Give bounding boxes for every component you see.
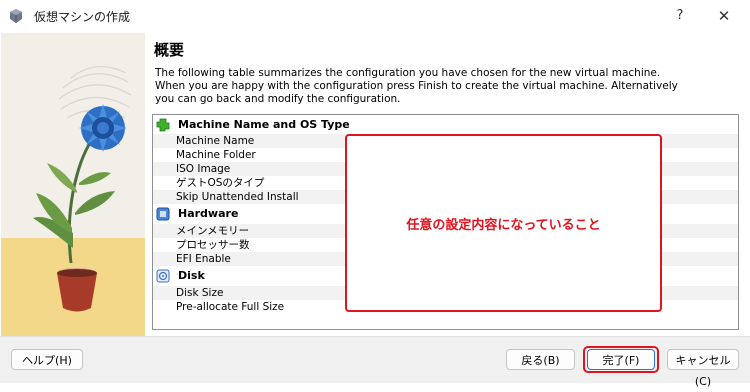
puzzle-icon <box>156 118 170 132</box>
page-title: 概要 <box>154 41 185 59</box>
help-glyph-button[interactable]: ? <box>668 6 692 26</box>
section-title: Disk <box>178 269 205 282</box>
finish-highlight <box>583 346 659 373</box>
close-button[interactable]: ✕ <box>710 6 738 26</box>
description-line: When you are happy with the configuratio… <box>155 80 678 92</box>
help-button[interactable]: ヘルプ(H) <box>11 349 83 370</box>
section-title: Machine Name and OS Type <box>178 118 350 131</box>
cancel-button[interactable]: キャンセル(C) <box>667 349 739 388</box>
annotation-box: 任意の設定内容になっていること <box>345 134 662 312</box>
back-button[interactable]: 戻る(B) <box>506 349 575 370</box>
virtualbox-icon <box>10 9 22 23</box>
annotation-text: 任意の設定内容になっていること <box>406 218 601 233</box>
description-line: you can go back and modify the configura… <box>155 93 401 105</box>
window-title: 仮想マシンの作成 <box>34 10 131 24</box>
flower-illustration <box>1 33 145 336</box>
description-line: The following table summarizes the confi… <box>155 67 661 79</box>
wizard-illustration <box>1 33 145 336</box>
title-bar: 仮想マシンの作成 ? ✕ <box>0 0 750 32</box>
page-description: The following table summarizes the confi… <box>155 67 725 106</box>
disk-icon <box>156 269 170 283</box>
section-title: Hardware <box>178 207 239 220</box>
chip-icon <box>156 207 170 221</box>
section-machine-name-os: Machine Name and OS Type <box>153 116 738 133</box>
